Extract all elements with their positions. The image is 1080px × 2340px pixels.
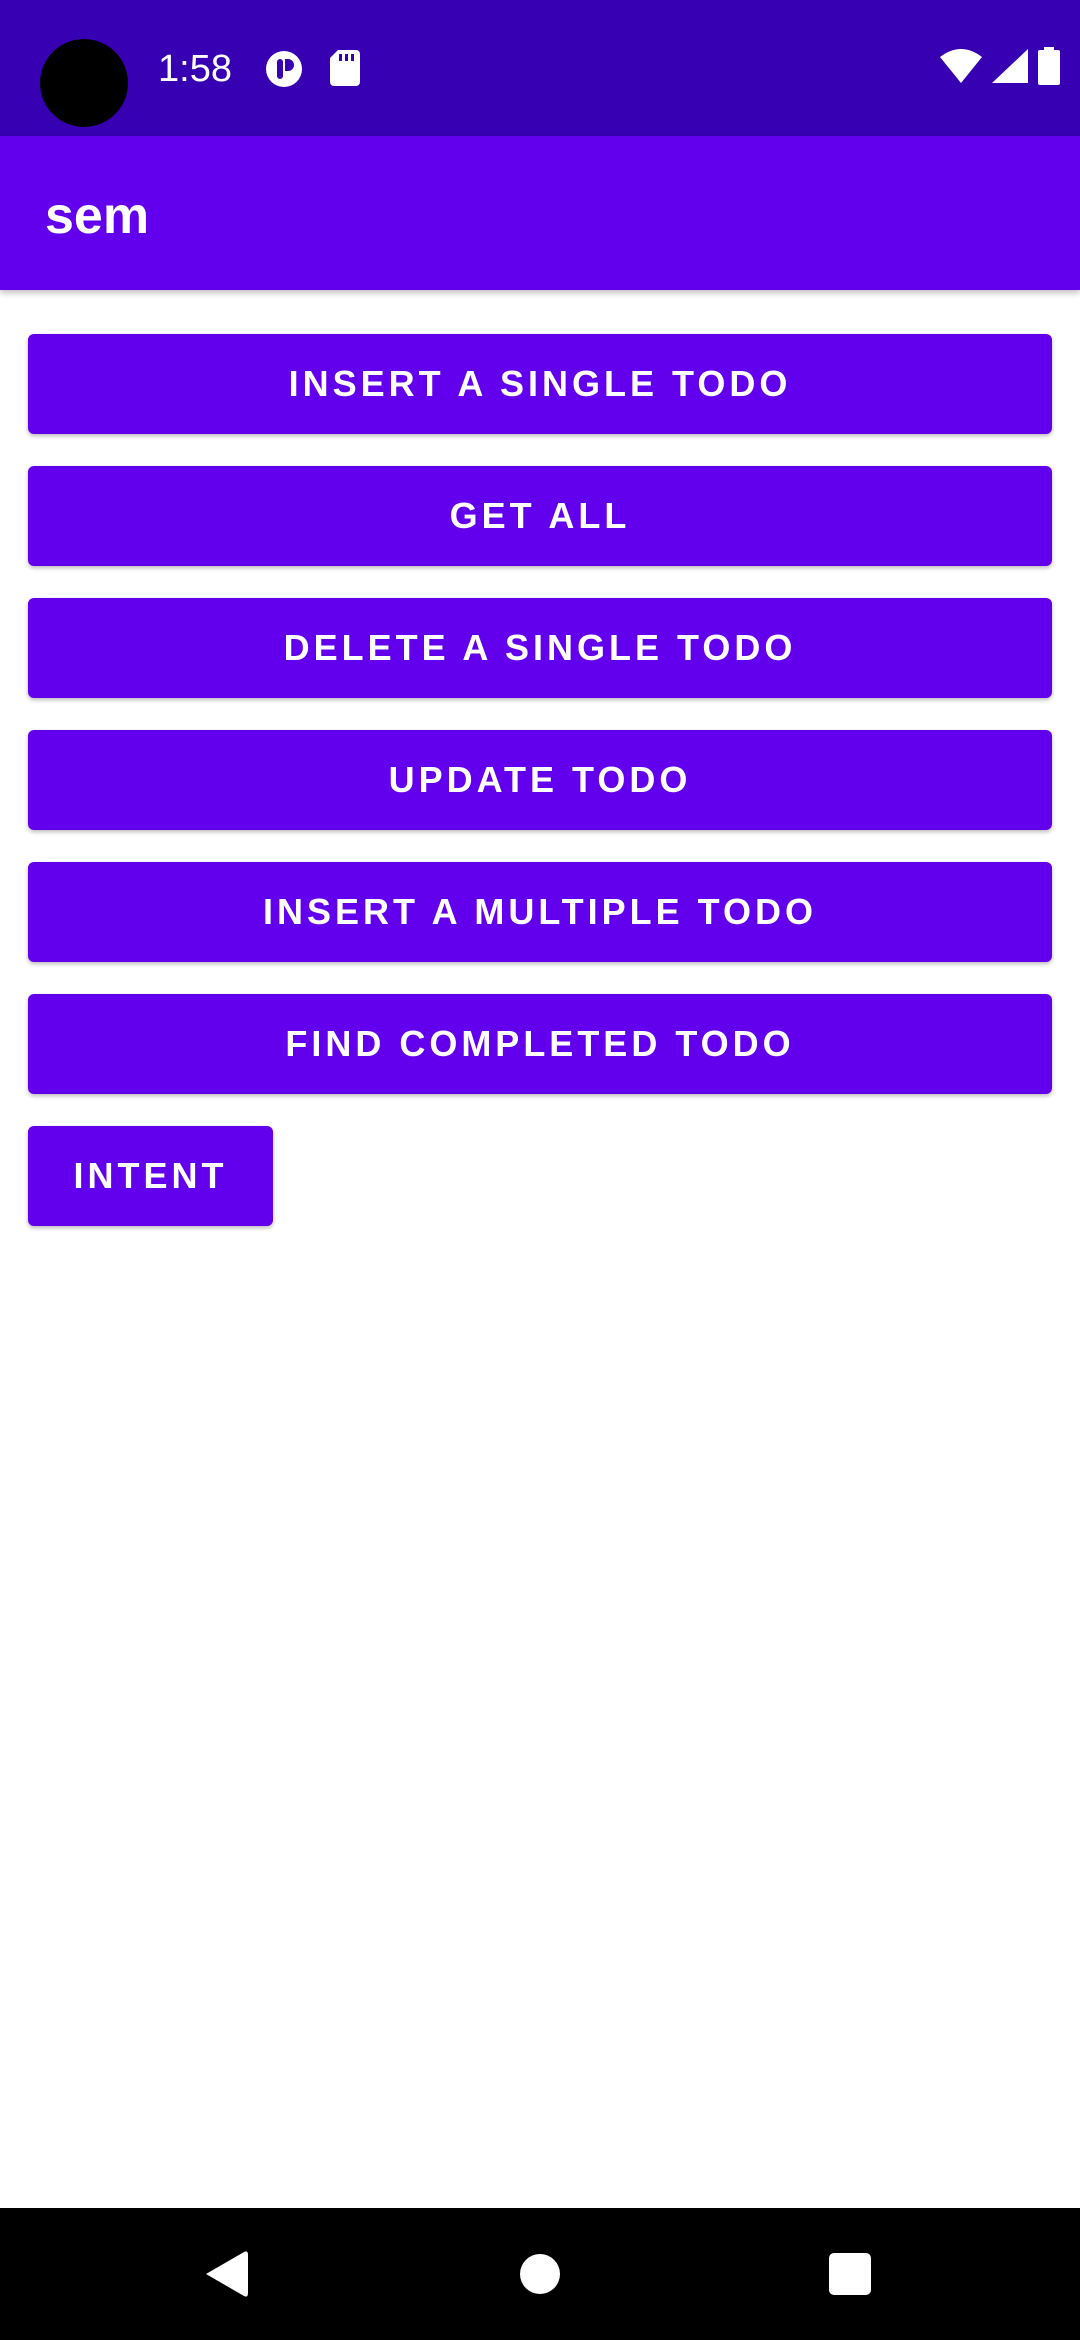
cell-signal-icon (992, 48, 1028, 88)
find-completed-todo-button[interactable]: FIND COMPLETED TODO (28, 994, 1052, 1094)
camera-cutout (40, 39, 128, 127)
intent-button[interactable]: INTENT (28, 1126, 273, 1226)
notification-app-icon (265, 50, 303, 93)
screen: 1:58 sem INSERT A SINGLE TODO GET ALL DE… (0, 0, 1080, 2340)
app-bar: sem (0, 136, 1080, 290)
get-all-button[interactable]: GET ALL (28, 466, 1052, 566)
back-icon[interactable] (190, 2238, 262, 2310)
insert-multiple-todo-button[interactable]: INSERT A MULTIPLE TODO (28, 862, 1052, 962)
wifi-icon (940, 48, 982, 88)
home-icon[interactable] (504, 2238, 576, 2310)
app-title: sem (45, 187, 150, 245)
status-time: 1:58 (158, 48, 232, 90)
status-bar: 1:58 (0, 0, 1080, 136)
insert-single-todo-button[interactable]: INSERT A SINGLE TODO (28, 334, 1052, 434)
status-right-icons (940, 46, 1060, 90)
button-list: INSERT A SINGLE TODO GET ALL DELETE A SI… (28, 334, 1052, 1258)
update-todo-button[interactable]: UPDATE TODO (28, 730, 1052, 830)
battery-icon (1038, 46, 1060, 90)
navigation-bar (0, 2208, 1080, 2340)
sd-card-icon (330, 50, 360, 91)
delete-single-todo-button[interactable]: DELETE A SINGLE TODO (28, 598, 1052, 698)
recents-icon[interactable] (814, 2238, 886, 2310)
